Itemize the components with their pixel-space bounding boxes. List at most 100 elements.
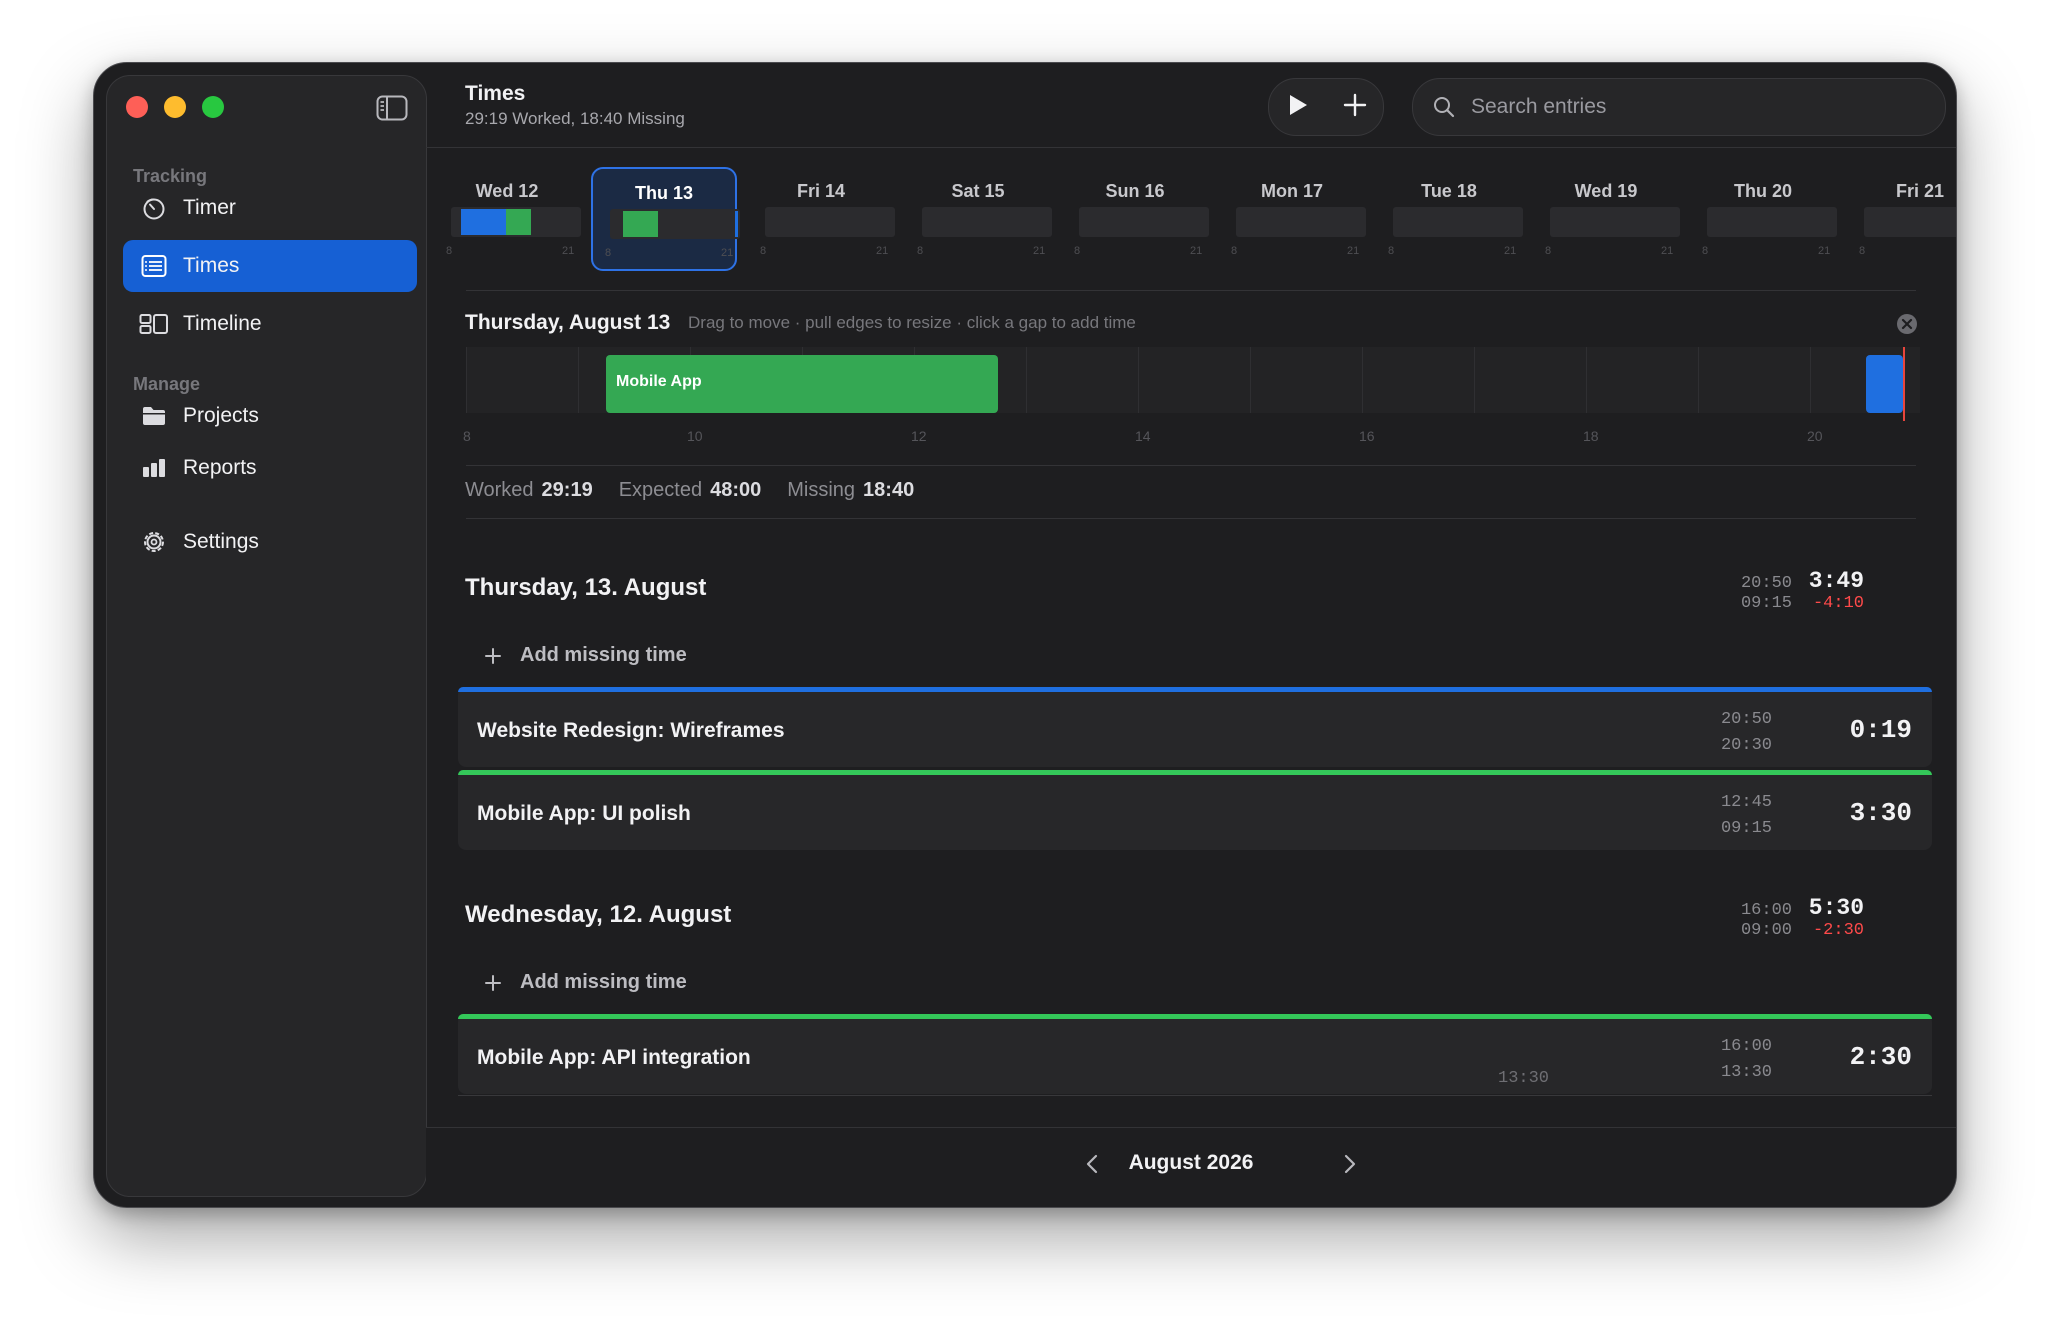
entry-name: Mobile App: API integration (477, 1046, 751, 1069)
day-cell[interactable]: Thu 13 8 21 (591, 167, 740, 271)
timeline-tick-label: 12 (911, 428, 927, 444)
day-end-time: 16:00 (1740, 901, 1792, 920)
sidebar-item-label: Timeline (183, 312, 262, 335)
plus-icon (482, 972, 504, 994)
page-title: Times (465, 82, 526, 105)
entry-end-time: 12:45 (1720, 793, 1772, 812)
day-mini-bar (1550, 207, 1680, 237)
timeline-tick-label: 8 (463, 428, 471, 444)
timeline-gridline (1810, 347, 1811, 413)
entry-name: Mobile App: UI polish (477, 802, 691, 825)
entry-end-time: 20:50 (1720, 710, 1772, 729)
sidebar-item-projects[interactable]: Projects (123, 390, 417, 442)
stat-label: Worked (465, 479, 534, 501)
current-month-label: August 2026 (1128, 1151, 1254, 1174)
list-icon (139, 251, 169, 281)
timeline-entry-block[interactable] (1866, 355, 1903, 413)
sidebar-toggle-icon[interactable] (376, 95, 408, 121)
day-deficit: -4:10 (1812, 594, 1864, 613)
close-detail-button[interactable] (1896, 313, 1918, 335)
month-navigation-bar: August 2026 (426, 1127, 1956, 1207)
day-detail-title: Thursday, August 13 (465, 311, 671, 334)
day-tick-start: 8 (1702, 245, 1709, 257)
next-month-button[interactable] (1334, 1150, 1366, 1182)
timeline-gridline (1250, 347, 1251, 413)
day-tick-end: 21 (1033, 245, 1046, 257)
add-entry-button[interactable] (1335, 87, 1375, 127)
day-tick-end: 21 (562, 245, 575, 257)
current-time-indicator (1902, 347, 1905, 421)
day-cell[interactable]: Sat 15 8 21 (905, 167, 1052, 271)
entry-start-time: 13:30 (1720, 1063, 1772, 1082)
time-entry-row[interactable]: Mobile App: UI polish 12:45 09:15 3:30 (458, 770, 1932, 850)
sidebar-item-timeline[interactable]: Timeline (123, 298, 417, 350)
stat-label: Expected (618, 479, 703, 501)
day-mini-bar (922, 207, 1052, 237)
add-missing-time-button[interactable]: Add missing time (482, 644, 687, 667)
stat-worked: Worked 29:19 (465, 479, 593, 502)
day-cell-label: Wed 19 (1574, 181, 1638, 201)
search-input[interactable] (1469, 94, 1933, 120)
entry-time-range: 20:50 20:30 (1721, 707, 1772, 759)
day-cell[interactable]: Wed 12 8 21 (434, 167, 581, 271)
minimize-window-button[interactable] (164, 96, 186, 118)
entry-time-range: 12:45 09:15 (1721, 790, 1772, 842)
day-cell[interactable]: Thu 20 8 21 (1690, 167, 1837, 271)
day-tick-end: 21 (1818, 245, 1831, 257)
gear-icon (139, 527, 169, 557)
day-cell-label: Tue 18 (1421, 181, 1477, 201)
stat-value: 18:40 (863, 479, 915, 501)
day-mini-bar (765, 207, 895, 237)
search-field[interactable] (1412, 78, 1946, 136)
day-tick-start: 8 (917, 245, 924, 257)
add-missing-label: Add missing time (520, 971, 687, 993)
day-tick-start: 8 (760, 245, 767, 257)
divider (458, 1095, 1932, 1096)
day-mini-bar (1393, 207, 1523, 237)
divider (466, 290, 1916, 291)
day-cell-label: Wed 12 (475, 181, 539, 201)
sidebar-item-timer[interactable]: Timer (123, 182, 417, 234)
page-subtitle: 29:19 Worked, 18:40 Missing (465, 109, 685, 128)
day-cell[interactable]: Tue 18 8 21 (1376, 167, 1523, 271)
entry-end-time: 16:00 (1720, 1037, 1772, 1056)
day-cell[interactable]: Fri 21821 (1847, 167, 1956, 271)
zoom-window-button[interactable] (202, 96, 224, 118)
time-entry-row[interactable]: Mobile App: API integration 16:00 13:30 2… (458, 1014, 1932, 1094)
sidebar-item-settings[interactable]: Settings (123, 516, 417, 568)
partial-entry-time: 13:30 (1498, 1069, 1550, 1088)
day-cell[interactable]: Mon 17 8 21 (1219, 167, 1366, 271)
add-missing-time-button[interactable]: Add missing time (482, 971, 687, 994)
start-timer-button[interactable] (1278, 87, 1318, 127)
timeline-gridline (1474, 347, 1475, 413)
entry-duration: 3:30 (1849, 798, 1912, 828)
day-cell[interactable]: Fri 14 8 21 (748, 167, 895, 271)
day-end-time: 20:50 (1740, 574, 1792, 593)
timeline-entry-block[interactable]: Mobile App (606, 355, 998, 413)
day-detail-hint: Drag to move · pull edges to resize · cl… (688, 313, 1136, 332)
timer-icon (139, 193, 169, 223)
sidebar-item-reports[interactable]: Reports (123, 442, 417, 494)
day-mini-bar (451, 207, 581, 237)
stats-summary: Worked 29:19 Expected 48:00 Missing 18:40 (465, 479, 914, 502)
time-entry-row[interactable]: Website Redesign: Wireframes 20:50 20:30 … (458, 687, 1932, 767)
entry-time-range: 16:00 13:30 (1721, 1034, 1772, 1086)
sidebar-item-times[interactable]: Times (123, 240, 417, 292)
entry-name: Website Redesign: Wireframes (477, 719, 785, 742)
header-button-group (1268, 78, 1384, 136)
search-icon (1431, 94, 1457, 120)
day-start-time: 09:00 (1740, 921, 1792, 940)
day-total: 5:30 (1808, 895, 1864, 921)
day-mini-bar (1236, 207, 1366, 237)
divider (466, 518, 1916, 519)
day-cell[interactable]: Wed 19 8 21 (1533, 167, 1680, 271)
day-tick-start: 8 (1074, 245, 1081, 257)
day-cell-label: Sat 15 (951, 181, 1005, 201)
close-icon (1896, 314, 1918, 339)
close-window-button[interactable] (126, 96, 148, 118)
stat-value: 48:00 (710, 479, 762, 501)
day-cell[interactable]: Sun 16 8 21 (1062, 167, 1209, 271)
timeline-gridline (1362, 347, 1363, 413)
day-mini-bar (1864, 207, 1956, 237)
sidebar-item-label: Times (183, 254, 240, 277)
